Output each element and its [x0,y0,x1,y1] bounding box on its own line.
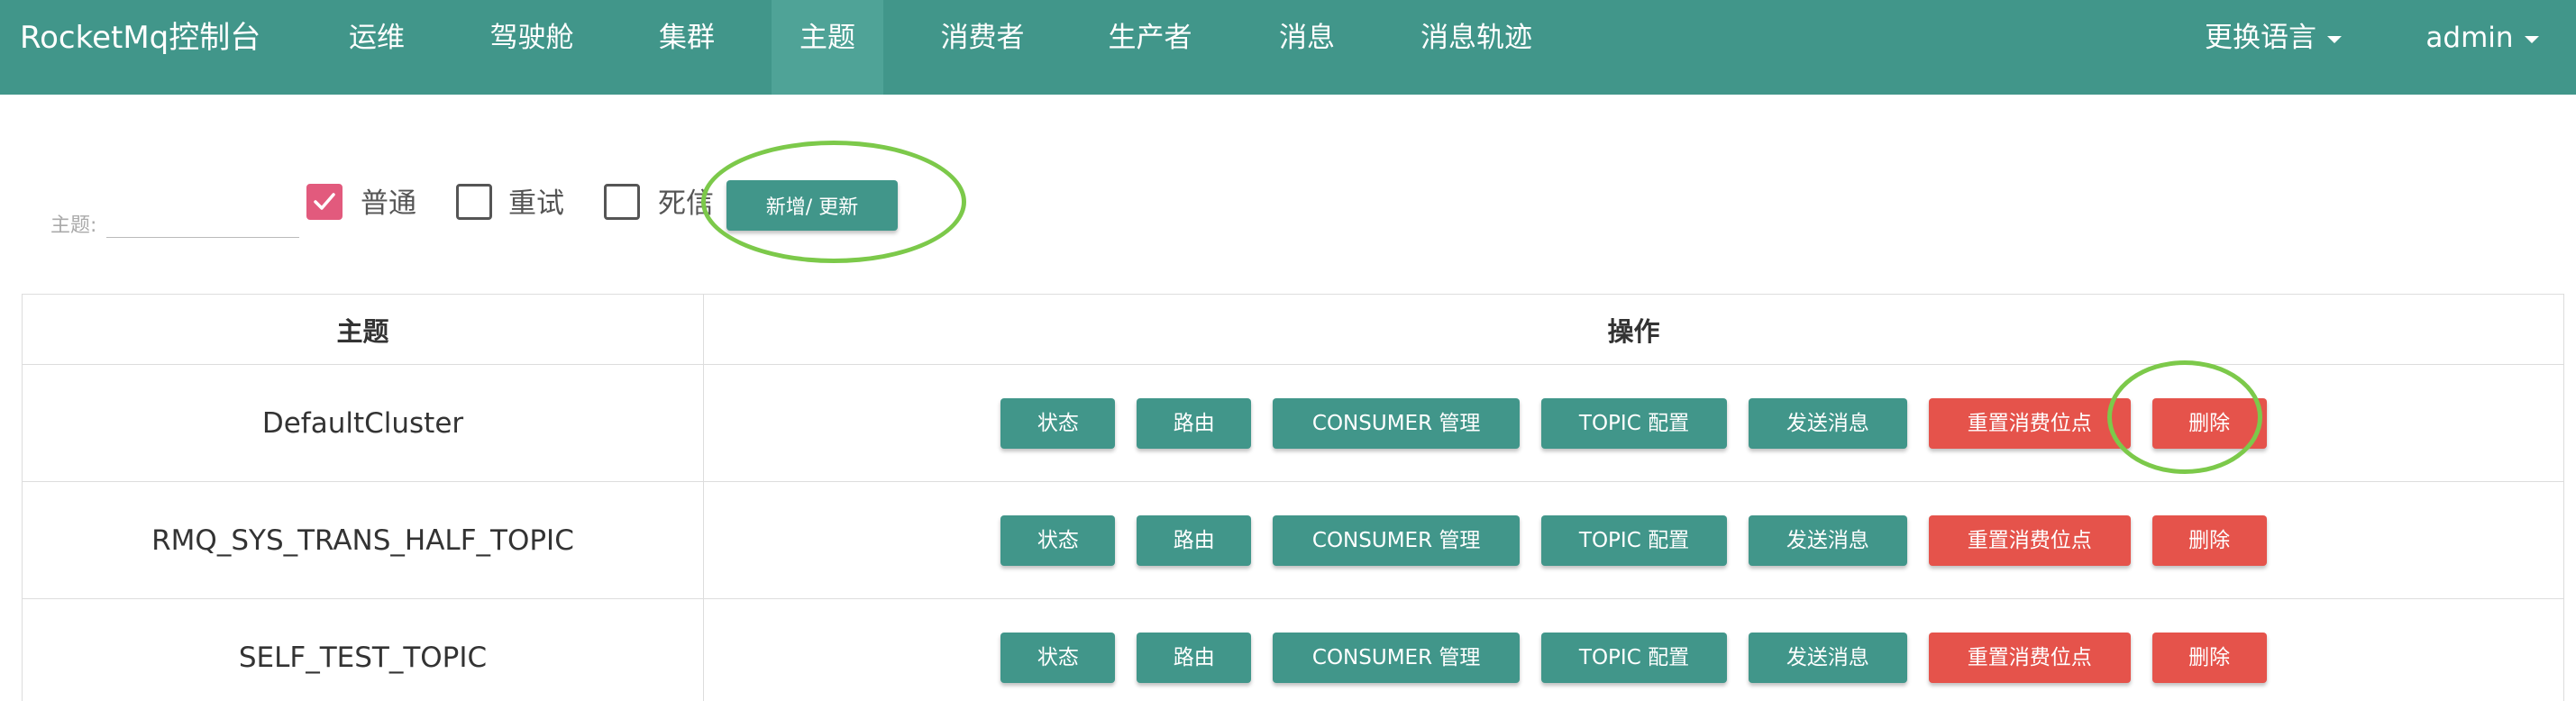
status-button[interactable]: 状态 [1000,514,1116,566]
column-header-topic: 主题 [22,294,704,365]
consumer-manage-button[interactable]: CONSUMER 管理 [1273,632,1521,683]
status-button[interactable]: 状态 [1000,632,1116,683]
brand-title[interactable]: RocketMq控制台 [20,11,260,65]
top-navbar: RocketMq控制台 运维 驾驶舱 集群 主题 消费者 生产者 消息 消息轨迹… [0,0,2576,95]
nav-item-dashboard[interactable]: 驾驶舱 [467,0,597,95]
checkbox-normal-label: 普通 [361,187,416,220]
topic-config-button[interactable]: TOPIC 配置 [1541,514,1727,566]
nav-item-consumer[interactable]: 消费者 [918,0,1047,95]
topic-filter-input[interactable] [106,202,299,238]
table-row: RMQ_SYS_TRANS_HALF_TOPIC 状态 路由 CONSUMER … [22,481,2564,599]
route-button[interactable]: 路由 [1137,514,1252,566]
route-button[interactable]: 路由 [1137,397,1252,449]
add-update-button[interactable]: 新增/ 更新 [726,180,898,231]
topic-config-button[interactable]: TOPIC 配置 [1541,397,1727,449]
table-row: DefaultCluster 状态 路由 CONSUMER 管理 TOPIC 配… [22,364,2564,482]
row-actions: 状态 路由 CONSUMER 管理 TOPIC 配置 发送消息 重置消费位点 删… [703,481,2564,599]
reset-offset-button[interactable]: 重置消费位点 [1928,632,2131,683]
send-message-button[interactable]: 发送消息 [1748,632,1907,683]
consumer-manage-button[interactable]: CONSUMER 管理 [1273,397,1521,449]
topic-filter-label: 主题: [50,214,97,237]
caret-down-icon [2524,35,2539,43]
delete-button[interactable]: 删除 [2151,397,2267,449]
nav-item-message-trace[interactable]: 消息轨迹 [1395,0,1557,95]
checkbox-normal[interactable] [306,184,343,220]
nav-item-message[interactable]: 消息 [1251,0,1363,95]
consumer-manage-button[interactable]: CONSUMER 管理 [1273,514,1521,566]
row-actions: 状态 路由 CONSUMER 管理 TOPIC 配置 发送消息 重置消费位点 删… [703,364,2564,482]
checkbox-dead-letter[interactable] [604,184,640,220]
table-header-row: 主题 操作 [22,294,2564,365]
send-message-button[interactable]: 发送消息 [1748,514,1907,566]
delete-button[interactable]: 删除 [2151,514,2267,566]
nav-item-topic[interactable]: 主题 [772,0,883,95]
topic-name: SELF_TEST_TOPIC [22,598,704,701]
send-message-button[interactable]: 发送消息 [1748,397,1907,449]
nav-item-cluster[interactable]: 集群 [631,0,743,95]
topic-name: DefaultCluster [22,364,704,482]
nav-item-ops[interactable]: 运维 [321,0,433,95]
checkbox-retry-label: 重试 [508,187,564,220]
column-header-actions: 操作 [703,294,2564,365]
checkbox-dead-letter-label: 死信 [658,187,714,220]
route-button[interactable]: 路由 [1137,632,1252,683]
user-dropdown[interactable]: admin [2416,0,2549,95]
reset-offset-button[interactable]: 重置消费位点 [1928,397,2131,449]
table-row: SELF_TEST_TOPIC 状态 路由 CONSUMER 管理 TOPIC … [22,598,2564,701]
row-actions: 状态 路由 CONSUMER 管理 TOPIC 配置 发送消息 重置消费位点 删… [703,598,2564,701]
caret-down-icon [2327,35,2342,43]
user-label: admin [2425,22,2514,54]
topic-config-button[interactable]: TOPIC 配置 [1541,632,1727,683]
status-button[interactable]: 状态 [1000,397,1116,449]
nav-item-producer[interactable]: 生产者 [1085,0,1215,95]
language-dropdown[interactable]: 更换语言 [2192,0,2354,95]
language-label: 更换语言 [2205,22,2316,54]
topic-table: 主题 操作 DefaultCluster 状态 路由 CONSUMER 管理 T… [22,294,2564,701]
check-icon [314,193,335,210]
topic-name: RMQ_SYS_TRANS_HALF_TOPIC [22,481,704,599]
reset-offset-button[interactable]: 重置消费位点 [1928,514,2131,566]
checkbox-retry[interactable] [456,184,492,220]
delete-button[interactable]: 删除 [2151,632,2267,683]
